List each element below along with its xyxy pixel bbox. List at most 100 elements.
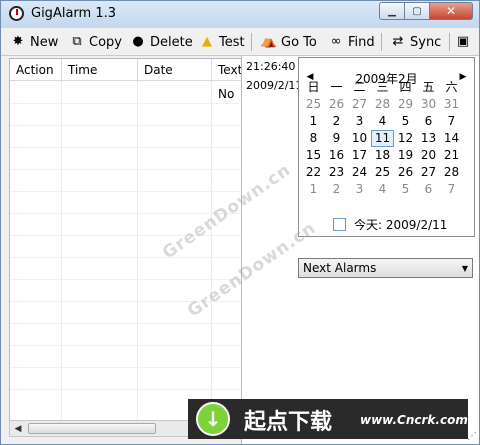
calendar-day[interactable]: 15 (302, 147, 325, 164)
calendar-day[interactable]: 1 (302, 113, 325, 130)
bell-icon: ▲ (202, 34, 212, 49)
column-header-time[interactable]: Time (62, 59, 138, 81)
minimize-button[interactable]: ▁ (379, 2, 405, 20)
title-bar[interactable]: GigAlarm 1.3 ▁ ▢ ✕ (1, 1, 479, 28)
calendar-day[interactable]: 20 (417, 147, 440, 164)
test-label: Test (219, 34, 245, 50)
today-marker-icon (333, 217, 346, 231)
column-header-date[interactable]: Date (138, 59, 212, 81)
download-banner: ↓ 起点下载 www.Cncrk.com (188, 399, 468, 439)
copy-button[interactable]: ⧉ Copy (69, 31, 122, 53)
calendar-today-link[interactable]: 今天: 2009/2/11 (333, 216, 447, 232)
calendar-day[interactable]: 27 (417, 164, 440, 181)
calendar-day[interactable]: 14 (440, 130, 463, 147)
current-date: 2009/2/11 (246, 79, 303, 92)
maximize-icon: ▢ (412, 5, 422, 17)
calendar-day[interactable]: 16 (325, 147, 348, 164)
calendar-day[interactable]: 21 (440, 147, 463, 164)
alarm-list[interactable]: Action Time Date Text No (9, 58, 243, 422)
close-button[interactable]: ✕ (430, 2, 473, 20)
calendar-day[interactable]: 28 (440, 164, 463, 181)
sync-button[interactable]: ⇄ Sync (390, 31, 442, 53)
calendar-day[interactable]: 19 (394, 147, 417, 164)
weekday-header: 日 (307, 80, 320, 94)
calendar-day[interactable]: 29 (394, 96, 417, 113)
calendar-day[interactable]: 6 (417, 181, 440, 198)
calendar-day[interactable]: 4 (371, 113, 394, 130)
scroll-left-icon[interactable]: ◀ (10, 421, 26, 436)
calendar-day[interactable]: 1 (302, 181, 325, 198)
toolbar: ✸ New ⧉ Copy ● Delete ▲ Test ⛺ Go To ∞ F… (1, 29, 479, 56)
delete-label: Delete (150, 34, 193, 50)
calendar-day[interactable]: 4 (371, 181, 394, 198)
calendar-day[interactable]: 17 (348, 147, 371, 164)
calendar-day[interactable]: 30 (417, 96, 440, 113)
calendar-day[interactable]: 5 (394, 113, 417, 130)
calendar-day[interactable]: 2 (325, 181, 348, 198)
row-divider (10, 103, 242, 104)
calendar-day[interactable]: 7 (440, 181, 463, 198)
sync-label: Sync (410, 34, 442, 50)
delete-button[interactable]: ● Delete (130, 31, 193, 53)
calendar-day[interactable]: 23 (325, 164, 348, 181)
calendar-day[interactable]: 2 (325, 113, 348, 130)
calendar-day[interactable]: 22 (302, 164, 325, 181)
next-alarms-select[interactable]: Next Alarms ▼ (298, 258, 473, 278)
weekday-header: 六 (445, 80, 458, 94)
new-button[interactable]: ✸ New (10, 31, 59, 53)
find-button[interactable]: ∞ Find (328, 31, 375, 53)
column-divider (137, 81, 138, 421)
calendar-day[interactable]: 25 (371, 164, 394, 181)
row-divider (10, 345, 242, 346)
calendar-day[interactable]: 28 (371, 96, 394, 113)
toolbar-separator (381, 33, 382, 51)
toolbar-separator (251, 33, 252, 51)
find-label: Find (348, 34, 375, 50)
calendar-day[interactable]: 12 (394, 130, 417, 147)
close-icon: ✕ (445, 4, 457, 18)
goto-label: Go To (281, 34, 317, 50)
calendar-day[interactable]: 6 (417, 113, 440, 130)
maximize-button[interactable]: ▢ (405, 2, 430, 20)
calendar-header: ◀ 2009年2月 ▶ (299, 58, 474, 86)
row-divider (10, 279, 242, 280)
banner-title: 起点下载 (244, 410, 333, 435)
calendar-day[interactable]: 3 (348, 113, 371, 130)
calendar-day[interactable]: 24 (348, 164, 371, 181)
calendar-day[interactable]: 26 (325, 96, 348, 113)
column-divider (211, 81, 212, 421)
calendar-day[interactable]: 7 (440, 113, 463, 130)
calendar-day[interactable]: 10 (348, 130, 371, 147)
calendar-day[interactable]: 3 (348, 181, 371, 198)
copy-pages-icon: ⧉ (72, 34, 82, 49)
resize-grip-icon[interactable]: ⋰ (467, 431, 477, 442)
scrollbar-thumb[interactable] (28, 423, 156, 434)
month-calendar[interactable]: ◀ 2009年2月 ▶ 日一二三四五六 25 26 27 28 29 30 31 1 2 3 4 5 6 7… (298, 57, 475, 237)
goto-button[interactable]: ⛺ Go To (261, 31, 317, 53)
download-arrow-icon: ↓ (196, 402, 230, 436)
main-window: GigAlarm 1.3 ▁ ▢ ✕ ✸ New ⧉ Copy ● Delete… (0, 0, 480, 445)
options-button[interactable]: ▣ (455, 31, 475, 53)
list-item-text[interactable]: No (218, 87, 234, 101)
window-title: GigAlarm 1.3 (31, 6, 116, 21)
calendar-day[interactable]: 5 (394, 181, 417, 198)
calendar-day[interactable]: 27 (348, 96, 371, 113)
chevron-down-icon: ▼ (461, 264, 468, 273)
calendar-day[interactable]: 9 (325, 130, 348, 147)
row-divider (10, 125, 242, 126)
column-header-action[interactable]: Action (10, 59, 62, 81)
test-button[interactable]: ▲ Test (199, 31, 245, 53)
calendar-day[interactable]: 26 (394, 164, 417, 181)
weekday-header: 四 (399, 80, 412, 94)
calendar-day[interactable]: 31 (440, 96, 463, 113)
calendar-day[interactable]: 8 (302, 130, 325, 147)
calendar-day[interactable]: 11 (371, 130, 394, 147)
weekday-header: 一 (330, 80, 343, 94)
column-header-text[interactable]: Text (212, 59, 242, 81)
calendar-day[interactable]: 25 (302, 96, 325, 113)
weekday-header: 三 (376, 80, 389, 94)
tent-icon: ⛺ (260, 34, 278, 49)
calendar-day[interactable]: 18 (371, 147, 394, 164)
calendar-day[interactable]: 13 (417, 130, 440, 147)
row-divider (10, 257, 242, 258)
